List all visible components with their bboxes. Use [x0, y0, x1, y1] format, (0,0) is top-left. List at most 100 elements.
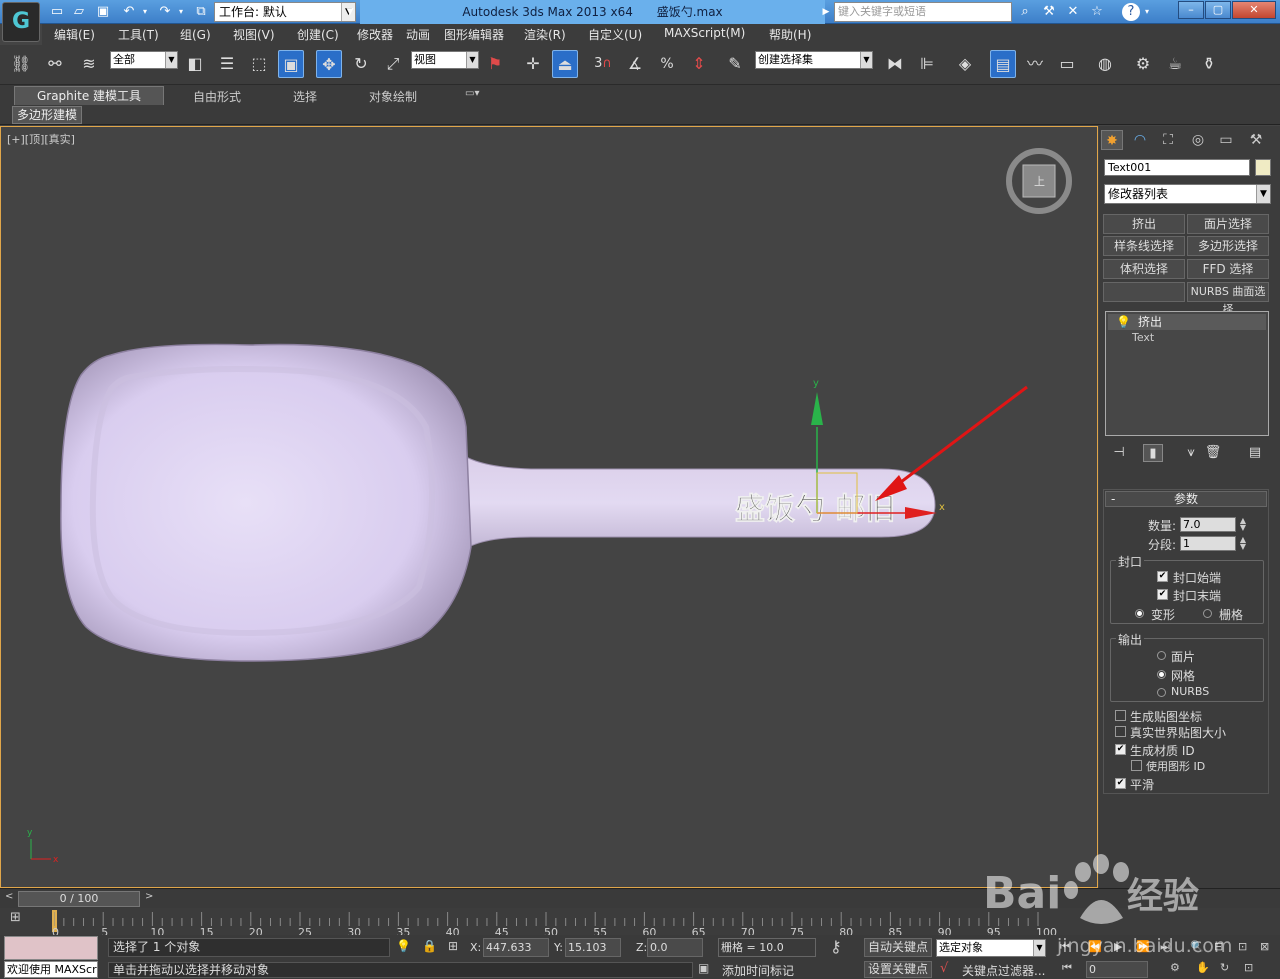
- patch-select-button[interactable]: 面片选择: [1187, 214, 1269, 234]
- tab-graphite-modeling[interactable]: Graphite 建模工具: [14, 86, 164, 105]
- use-shape-id-checkbox[interactable]: [1131, 760, 1142, 771]
- isolate-icon[interactable]: 💡: [396, 939, 411, 953]
- key-icon[interactable]: ⚷: [830, 937, 842, 956]
- empty-modifier-button[interactable]: [1103, 282, 1185, 302]
- save-icon[interactable]: ▣: [94, 3, 112, 21]
- stack-item-extrude[interactable]: 💡 挤出: [1108, 314, 1266, 330]
- slider-right-icon[interactable]: >: [145, 891, 153, 902]
- add-time-tag-label[interactable]: 添加时间标记: [722, 962, 794, 979]
- create-tab-icon[interactable]: ✸: [1101, 130, 1123, 150]
- named-selection-dropdown[interactable]: 创建选择集 ▼: [755, 51, 873, 69]
- redo-icon[interactable]: ↷: [156, 3, 174, 21]
- extrude-button[interactable]: 挤出: [1103, 214, 1185, 234]
- selection-lock-icon[interactable]: 🔒: [422, 939, 437, 953]
- menu-tools[interactable]: 工具(T): [118, 26, 159, 43]
- modify-tab-icon[interactable]: ◠: [1129, 130, 1151, 150]
- remove-modifier-icon[interactable]: 🗑: [1203, 444, 1223, 462]
- pivot-center-icon[interactable]: ⚑: [482, 50, 508, 78]
- real-world-checkbox[interactable]: [1115, 726, 1126, 737]
- rect-selection-icon[interactable]: ⬚: [246, 50, 272, 78]
- amount-spinner[interactable]: 7.0 ▲ ▼: [1180, 517, 1246, 532]
- slider-left-icon[interactable]: <: [5, 891, 13, 902]
- ribbon-options-icon[interactable]: ▭▾: [465, 88, 479, 99]
- tab-object-paint[interactable]: 对象绘制: [369, 88, 417, 105]
- snap-toggle-icon[interactable]: 3∩: [590, 50, 616, 78]
- edit-named-selection-icon[interactable]: ✎: [722, 50, 748, 78]
- tab-freeform[interactable]: 自由形式: [193, 88, 241, 105]
- curve-editor-icon[interactable]: 〰: [1022, 50, 1048, 78]
- render-teapot-icon[interactable]: ⚱: [1196, 50, 1222, 78]
- show-end-result-icon[interactable]: ▮: [1143, 444, 1163, 462]
- utilities-tab-icon[interactable]: ⚒: [1245, 130, 1267, 150]
- grid-radio[interactable]: [1203, 609, 1212, 618]
- menu-graph-editors[interactable]: 图形编辑器: [444, 26, 504, 43]
- auto-key-button[interactable]: 自动关键点: [864, 938, 932, 957]
- make-unique-icon[interactable]: ⩛: [1181, 444, 1201, 462]
- object-name-field[interactable]: Text001: [1104, 159, 1250, 176]
- percent-snap-icon[interactable]: %: [654, 50, 680, 78]
- lightbulb-icon[interactable]: 💡: [1116, 314, 1131, 330]
- cap-end-checkbox[interactable]: ✔: [1157, 589, 1168, 600]
- spinner-arrows-icon[interactable]: ▲ ▼: [1237, 536, 1249, 551]
- manipulate-icon[interactable]: ✛: [520, 50, 546, 78]
- unlink-icon[interactable]: ⚯: [42, 50, 68, 78]
- parameters-rollout-header[interactable]: - 参数: [1105, 491, 1267, 507]
- hierarchy-tab-icon[interactable]: ⛶: [1157, 130, 1179, 150]
- menu-rendering[interactable]: 渲染(R): [524, 26, 566, 43]
- search-input[interactable]: 键入关键字或短语: [834, 2, 1012, 22]
- volume-select-button[interactable]: 体积选择: [1103, 259, 1185, 279]
- tab-selection[interactable]: 选择: [293, 88, 317, 105]
- menu-maxscript[interactable]: MAXScript(M): [664, 26, 745, 40]
- set-key-button[interactable]: 设置关键点: [864, 961, 932, 978]
- time-slider[interactable]: 0 / 100: [18, 891, 140, 907]
- redo-dropdown-icon[interactable]: ▾: [176, 3, 186, 21]
- select-and-scale-icon[interactable]: ⤢: [380, 50, 406, 78]
- quick-access-menu-icon[interactable]: ▼: [344, 3, 356, 21]
- close-button[interactable]: ✕: [1232, 1, 1276, 19]
- poly-select-button[interactable]: 多边形选择: [1187, 236, 1269, 256]
- undo-icon[interactable]: ↶: [120, 3, 138, 21]
- mirror-icon[interactable]: ⧓: [882, 50, 908, 78]
- undo-dropdown-icon[interactable]: ▾: [140, 3, 150, 21]
- object-color-swatch[interactable]: [1255, 159, 1271, 176]
- menu-help[interactable]: 帮助(H): [769, 26, 811, 43]
- menu-group[interactable]: 组(G): [180, 26, 211, 43]
- open-file-icon[interactable]: ▱: [70, 3, 88, 21]
- project-folder-icon[interactable]: ⧉: [192, 3, 210, 21]
- reference-coordinate-dropdown[interactable]: 视图 ▼: [411, 51, 479, 69]
- display-tab-icon[interactable]: ▭: [1215, 130, 1237, 150]
- viewcube-icon[interactable]: 上: [1006, 148, 1072, 214]
- link-icon[interactable]: ⛓: [8, 50, 34, 78]
- gen-mapping-checkbox[interactable]: [1115, 710, 1126, 721]
- render-setup-icon[interactable]: ⚙: [1130, 50, 1156, 78]
- segments-spinner[interactable]: 1 ▲ ▼: [1180, 536, 1246, 551]
- communication-icon[interactable]: ✕: [1064, 3, 1082, 21]
- select-object-icon[interactable]: ◧: [182, 50, 208, 78]
- nurbs-surface-select-button[interactable]: NURBS 曲面选择: [1187, 282, 1269, 316]
- minimize-button[interactable]: –: [1178, 1, 1204, 19]
- help-dropdown-icon[interactable]: ▾: [1142, 3, 1152, 21]
- y-coordinate-field[interactable]: 15.103: [565, 938, 621, 957]
- key-filter-icon[interactable]: √: [940, 961, 948, 976]
- menu-edit[interactable]: 编辑(E): [54, 26, 95, 43]
- subscription-icon[interactable]: ⚒: [1040, 3, 1058, 21]
- schematic-view-icon[interactable]: ▭: [1054, 50, 1080, 78]
- menu-views[interactable]: 视图(V): [233, 26, 275, 43]
- pin-stack-icon[interactable]: ⊣: [1109, 444, 1129, 462]
- mesh-radio[interactable]: [1157, 670, 1166, 679]
- time-tag-icon[interactable]: ▣: [698, 961, 709, 975]
- spline-select-button[interactable]: 样条线选择: [1103, 236, 1185, 256]
- configure-sets-icon[interactable]: ▤: [1245, 444, 1265, 462]
- app-logo-icon[interactable]: G: [2, 2, 40, 42]
- maxscript-listener-pane[interactable]: [4, 936, 98, 960]
- angle-snap-icon[interactable]: ∡: [622, 50, 648, 78]
- menu-modifiers[interactable]: 修改器: [357, 26, 393, 43]
- spinner-snap-icon[interactable]: ⇕: [686, 50, 712, 78]
- align-icon[interactable]: ⊫: [914, 50, 940, 78]
- cap-start-checkbox[interactable]: ✔: [1157, 571, 1168, 582]
- nurbs-radio[interactable]: [1157, 688, 1166, 697]
- bind-space-warp-icon[interactable]: ≋: [76, 50, 102, 78]
- modifier-list-dropdown[interactable]: 修改器列表 ▼: [1104, 184, 1271, 204]
- absolute-mode-icon[interactable]: ⊞: [448, 939, 458, 953]
- select-and-move-icon[interactable]: ✥: [316, 50, 342, 78]
